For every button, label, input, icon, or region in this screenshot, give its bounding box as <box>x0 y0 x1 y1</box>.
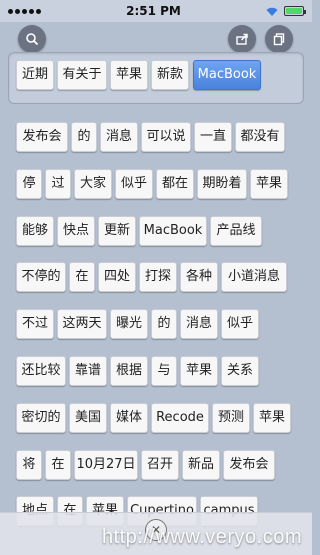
keyword-tag-selected[interactable]: MacBook <box>193 60 261 90</box>
word-tag[interactable]: MacBook <box>139 216 207 246</box>
word-tag[interactable]: 曝光 <box>110 309 148 339</box>
battery-icon <box>283 6 306 16</box>
search-icon <box>26 33 39 46</box>
word-tag[interactable]: 大家 <box>74 169 112 199</box>
status-time: 2:51 PM <box>126 4 181 18</box>
keyword-tag[interactable]: 近期 <box>16 60 54 90</box>
word-tag[interactable]: 似乎 <box>221 309 259 339</box>
word-tag[interactable]: 10月27日 <box>74 450 138 480</box>
word-tag[interactable]: Recode <box>151 403 209 433</box>
word-tag[interactable]: 期盼着 <box>197 169 247 199</box>
keyword-tag[interactable]: 有关于 <box>57 60 107 90</box>
copy-button[interactable] <box>265 25 293 53</box>
word-tag[interactable]: 一直 <box>194 122 232 152</box>
word-tag[interactable]: 召开 <box>141 450 179 480</box>
word-tag[interactable]: 似乎 <box>115 169 153 199</box>
word-tag[interactable]: 快点 <box>57 216 95 246</box>
wifi-icon <box>266 7 278 16</box>
signal-icon <box>8 8 41 14</box>
word-tag[interactable]: 关系 <box>221 356 259 386</box>
share-icon <box>236 33 248 45</box>
word-tag[interactable]: 靠谱 <box>69 356 107 386</box>
word-tag[interactable]: 密切的 <box>16 403 66 433</box>
word-tag[interactable]: 不过 <box>16 309 54 339</box>
watermark: http://www.veryo.com <box>101 526 302 548</box>
word-tag[interactable]: 过 <box>45 169 71 199</box>
word-tag[interactable]: 媒体 <box>110 403 148 433</box>
word-tag[interactable]: 美国 <box>69 403 107 433</box>
word-tag[interactable]: 可以说 <box>141 122 191 152</box>
word-tag[interactable]: 消息 <box>100 122 138 152</box>
word-tag[interactable]: 不停的 <box>16 262 66 292</box>
word-tag[interactable]: 与 <box>151 356 177 386</box>
word-tag[interactable]: 还比较 <box>16 356 66 386</box>
copy-icon <box>273 33 285 46</box>
word-tag[interactable]: 都在 <box>156 169 194 199</box>
word-tag[interactable]: 苹果 <box>253 403 291 433</box>
search-button[interactable] <box>18 25 46 53</box>
share-button[interactable] <box>228 25 256 53</box>
word-tag[interactable]: 在 <box>45 450 71 480</box>
keyword-tag[interactable]: 新款 <box>151 60 189 90</box>
bottom-bar: ✕ http://www.veryo.com <box>0 512 312 555</box>
word-tag[interactable]: 的 <box>71 122 97 152</box>
word-tag[interactable]: 的 <box>151 309 177 339</box>
word-tag[interactable]: 苹果 <box>180 356 218 386</box>
word-tag[interactable]: 各种 <box>180 262 218 292</box>
word-tag[interactable]: 将 <box>16 450 42 480</box>
word-tag[interactable]: 更新 <box>98 216 136 246</box>
status-bar: 2:51 PM <box>0 0 312 22</box>
word-tag[interactable]: 发布会 <box>16 122 68 152</box>
word-tag[interactable]: 新品 <box>182 450 220 480</box>
word-tag[interactable]: 停 <box>16 169 42 199</box>
word-tag[interactable]: 四处 <box>98 262 136 292</box>
word-tag[interactable]: 预测 <box>212 403 250 433</box>
word-tag[interactable]: 消息 <box>180 309 218 339</box>
word-tag[interactable]: 这两天 <box>57 309 107 339</box>
word-tag[interactable]: 在 <box>69 262 95 292</box>
word-tag[interactable]: 小道消息 <box>221 262 287 292</box>
word-tag[interactable]: 产品线 <box>210 216 262 246</box>
toolbar <box>0 22 312 53</box>
word-tag[interactable]: 根据 <box>110 356 148 386</box>
word-tag[interactable]: 打探 <box>139 262 177 292</box>
word-tag[interactable]: 苹果 <box>250 169 288 199</box>
word-tag[interactable]: 发布会 <box>223 450 275 480</box>
word-tag[interactable]: 都没有 <box>235 122 285 152</box>
keyword-tag[interactable]: 苹果 <box>110 60 148 90</box>
word-tag[interactable]: 能够 <box>16 216 54 246</box>
